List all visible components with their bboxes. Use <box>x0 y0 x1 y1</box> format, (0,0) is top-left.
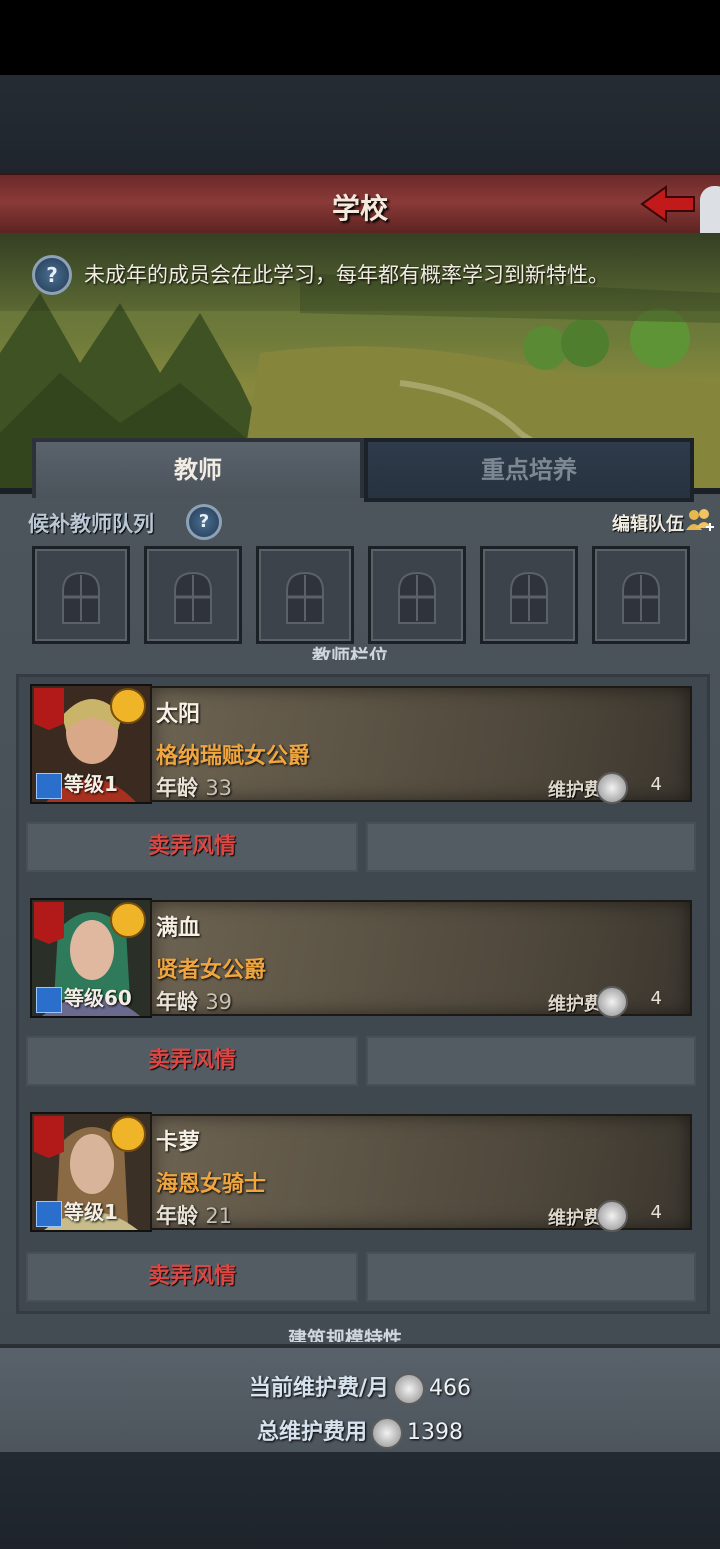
empty-action-button[interactable] <box>366 1036 696 1086</box>
helmet-icon <box>622 571 660 624</box>
status-bar-area <box>0 0 720 75</box>
sword-icon <box>36 1200 62 1227</box>
flirt-button[interactable]: 卖弄风情 <box>26 1252 358 1302</box>
candidate-help-icon[interactable]: ? <box>186 504 222 540</box>
silver-coin-icon <box>371 1417 403 1449</box>
add-team-icon[interactable] <box>684 506 716 536</box>
house-flag-icon <box>34 1116 64 1158</box>
candidate-queue-label: 候补教师队列 <box>28 512 154 536</box>
rotate-icon[interactable] <box>110 1116 146 1152</box>
empty-action-button[interactable] <box>366 1252 696 1302</box>
candidate-slot-4[interactable] <box>368 546 466 644</box>
teacher-name: 卡萝 <box>156 1130 201 1155</box>
upkeep-value: 4 <box>650 774 662 795</box>
silver-coin-icon <box>596 772 628 804</box>
teacher-age: 年龄 21 <box>156 1204 233 1228</box>
teacher-age: 年龄 33 <box>156 776 233 800</box>
level-badge: 等级1 <box>36 770 118 799</box>
monthly-upkeep: 当前维护费/月 466 <box>0 1370 720 1405</box>
sword-icon <box>36 986 62 1013</box>
edit-team-button[interactable]: 编辑队伍 <box>612 510 684 536</box>
teacher-card-1[interactable]: 等级1 太阳 格纳瑞赋女公爵 年龄 33 维护费 4 <box>30 684 692 804</box>
candidate-slot-2[interactable] <box>144 546 242 644</box>
avatar[interactable]: 等级1 <box>30 684 152 804</box>
total-upkeep: 总维护费用 1398 <box>0 1414 720 1449</box>
teacher-title: 格纳瑞赋女公爵 <box>156 744 311 769</box>
upkeep-value: 4 <box>650 1202 662 1223</box>
tab-teacher[interactable]: 教师 <box>32 438 364 498</box>
helmet-icon <box>62 571 100 624</box>
teacher-card-3[interactable]: 等级1 卡萝 海恩女骑士 年龄 21 维护费 4 <box>30 1112 692 1232</box>
top-backdrop <box>0 75 720 173</box>
upkeep-value: 4 <box>650 988 662 1009</box>
back-arrow-icon[interactable] <box>640 183 696 225</box>
silver-coin-icon <box>596 1200 628 1232</box>
teacher-info: 太阳 格纳瑞赋女公爵 年龄 33 维护费 4 <box>150 686 692 804</box>
bottom-backdrop <box>0 1452 720 1549</box>
tab-focus-training[interactable]: 重点培养 <box>364 438 694 502</box>
teacher-slots-label: 教师栏位 <box>312 646 389 660</box>
level-badge: 等级1 <box>36 1198 118 1227</box>
upkeep-label: 维护费 <box>548 994 602 1015</box>
upkeep-label: 维护费 <box>548 1208 602 1229</box>
title-bar: 学校 <box>0 173 720 238</box>
helmet-icon <box>286 571 324 624</box>
teacher-title: 贤者女公爵 <box>156 958 267 983</box>
teacher-info: 卡萝 海恩女骑士 年龄 21 维护费 4 <box>150 1114 692 1232</box>
avatar[interactable]: 等级1 <box>30 1112 152 1232</box>
helmet-icon <box>398 571 436 624</box>
teacher-name: 太阳 <box>156 702 201 727</box>
building-scale-label: 建筑规模特性 <box>288 1328 403 1342</box>
silver-coin-icon <box>393 1373 426 1405</box>
rotate-icon[interactable] <box>110 688 146 724</box>
empty-action-button[interactable] <box>366 822 696 872</box>
candidate-slot-5[interactable] <box>480 546 578 644</box>
page-title: 学校 <box>331 192 388 225</box>
teacher-title: 海恩女骑士 <box>156 1172 267 1197</box>
upkeep-label: 维护费 <box>548 780 602 801</box>
silver-coin-icon <box>596 986 628 1018</box>
candidate-slot-6[interactable] <box>592 546 690 644</box>
helmet-icon <box>510 571 548 624</box>
flirt-button[interactable]: 卖弄风情 <box>26 822 358 872</box>
teacher-card-2[interactable]: 等级60 满血 贤者女公爵 年龄 39 维护费 4 <box>30 898 692 1018</box>
house-flag-icon <box>34 902 64 944</box>
rotate-icon[interactable] <box>110 902 146 938</box>
teacher-age: 年龄 39 <box>156 990 233 1014</box>
sword-icon <box>36 772 62 799</box>
avatar[interactable]: 等级60 <box>30 898 152 1018</box>
house-flag-icon <box>34 688 64 730</box>
teacher-info: 满血 贤者女公爵 年龄 39 维护费 4 <box>150 900 692 1018</box>
candidate-slot-1[interactable] <box>32 546 130 644</box>
candidate-slot-3[interactable] <box>256 546 354 644</box>
upkeep-footer: 当前维护费/月 466 总维护费用 1398 <box>0 1344 720 1456</box>
banner-description: 未成年的成员会在此学习，每年都有概率学习到新特性。 <box>84 263 609 287</box>
level-badge: 等级60 <box>36 984 132 1013</box>
flirt-button[interactable]: 卖弄风情 <box>26 1036 358 1086</box>
help-icon[interactable]: ? <box>32 255 72 295</box>
teacher-name: 满血 <box>156 916 201 941</box>
helmet-icon <box>174 571 212 624</box>
